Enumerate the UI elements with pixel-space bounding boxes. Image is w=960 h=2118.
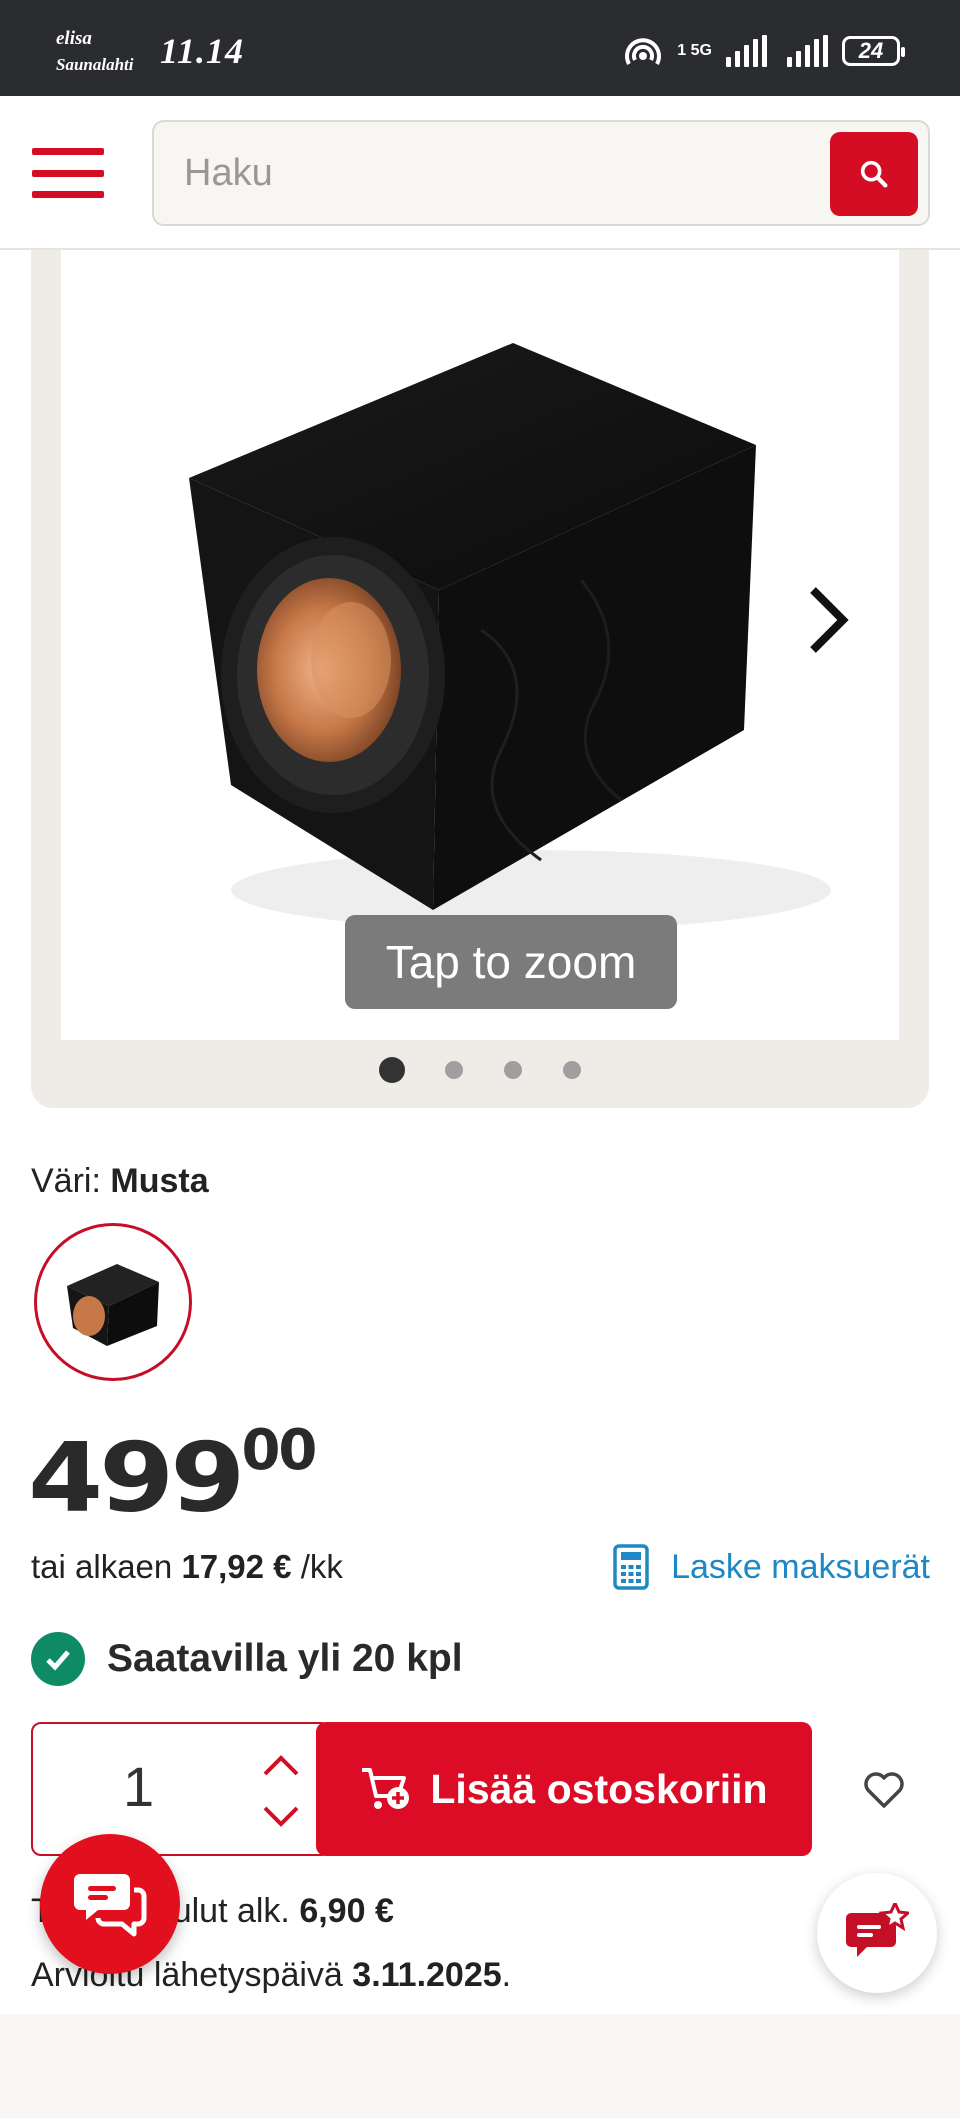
ship-date-suffix: . [501, 1956, 512, 1994]
calculator-icon [613, 1544, 649, 1590]
price-main: 499 [28, 1423, 245, 1534]
carrier-name: elisa Saunalahti [56, 26, 134, 78]
chat-bubbles-icon [74, 1874, 147, 1937]
ship-date-value: 3.11.2025 [352, 1956, 502, 1994]
signal-icon-2 [787, 35, 828, 67]
installment-suffix: /kk [300, 1548, 343, 1585]
product-price: 49900 [28, 1416, 317, 1541]
battery-level: 24 [858, 38, 884, 63]
bottom-area [0, 2014, 960, 2118]
feedback-star-icon [846, 1903, 909, 1957]
price-cents: 00 [241, 1418, 317, 1483]
status-clock: 11.14 [160, 31, 245, 71]
site-header [0, 96, 960, 250]
gallery-dot-2[interactable] [445, 1061, 463, 1079]
gallery-dot-1[interactable] [379, 1057, 405, 1083]
cart-add-icon [362, 1768, 410, 1809]
carrier-line-2: Saunalahti [56, 55, 134, 74]
gallery-dot-4[interactable] [563, 1061, 581, 1079]
signal-icon [726, 35, 767, 67]
status-bar: elisa Saunalahti 11.14 1 5G 24 [0, 0, 960, 96]
product-gallery: Tap to zoom [31, 250, 929, 1108]
stock-text: Saatavilla yli 20 kpl [107, 1637, 463, 1680]
chevron-right-icon[interactable] [799, 580, 859, 660]
installment-info: tai alkaen 17,92 € /kk [31, 1548, 343, 1586]
hamburger-menu-icon[interactable] [32, 148, 104, 198]
gallery-pagination [31, 1054, 929, 1084]
feedback-button[interactable] [817, 1873, 937, 1993]
calculate-installments-label: Laske maksuerät [671, 1547, 930, 1586]
installment-amount: 17,92 € [181, 1548, 292, 1585]
color-label-prefix: Väri: [31, 1162, 101, 1200]
search-button[interactable] [830, 132, 918, 216]
shipping-amount: 6,90 € [299, 1892, 394, 1930]
quantity-value[interactable]: 1 [123, 1754, 154, 1819]
carrier-line-1: elisa [56, 28, 92, 49]
chevron-up-icon[interactable] [261, 1750, 301, 1780]
hotspot-icon [625, 38, 662, 65]
installment-prefix: tai alkaen [31, 1548, 173, 1585]
status-icons: 1 5G 24 [623, 34, 905, 68]
chat-button[interactable] [40, 1834, 180, 1974]
search-icon [860, 160, 888, 188]
calculate-installments-link[interactable]: Laske maksuerät [613, 1544, 930, 1590]
product-image[interactable]: Tap to zoom [61, 250, 899, 1040]
network-label: 1 5G [677, 42, 712, 59]
tap-to-zoom-hint[interactable]: Tap to zoom [345, 915, 677, 1009]
add-to-cart-label: Lisää ostoskoriin [430, 1765, 768, 1812]
heart-icon[interactable] [862, 1770, 906, 1810]
color-label: Väri: Musta [31, 1162, 209, 1201]
swatch-thumbnail [67, 1264, 159, 1346]
stock-status: Saatavilla yli 20 kpl [31, 1632, 463, 1686]
battery-icon: 24 [842, 36, 905, 66]
checkmark-circle-icon [31, 1632, 85, 1686]
search-box [152, 120, 930, 226]
color-value: Musta [110, 1162, 209, 1200]
search-input[interactable] [184, 142, 784, 204]
color-swatch-black[interactable] [34, 1223, 192, 1381]
quantity-stepper[interactable]: 1 [31, 1722, 331, 1856]
add-to-cart-button[interactable]: Lisää ostoskoriin [316, 1722, 812, 1856]
gallery-dot-3[interactable] [504, 1061, 522, 1079]
chevron-down-icon[interactable] [261, 1802, 301, 1832]
